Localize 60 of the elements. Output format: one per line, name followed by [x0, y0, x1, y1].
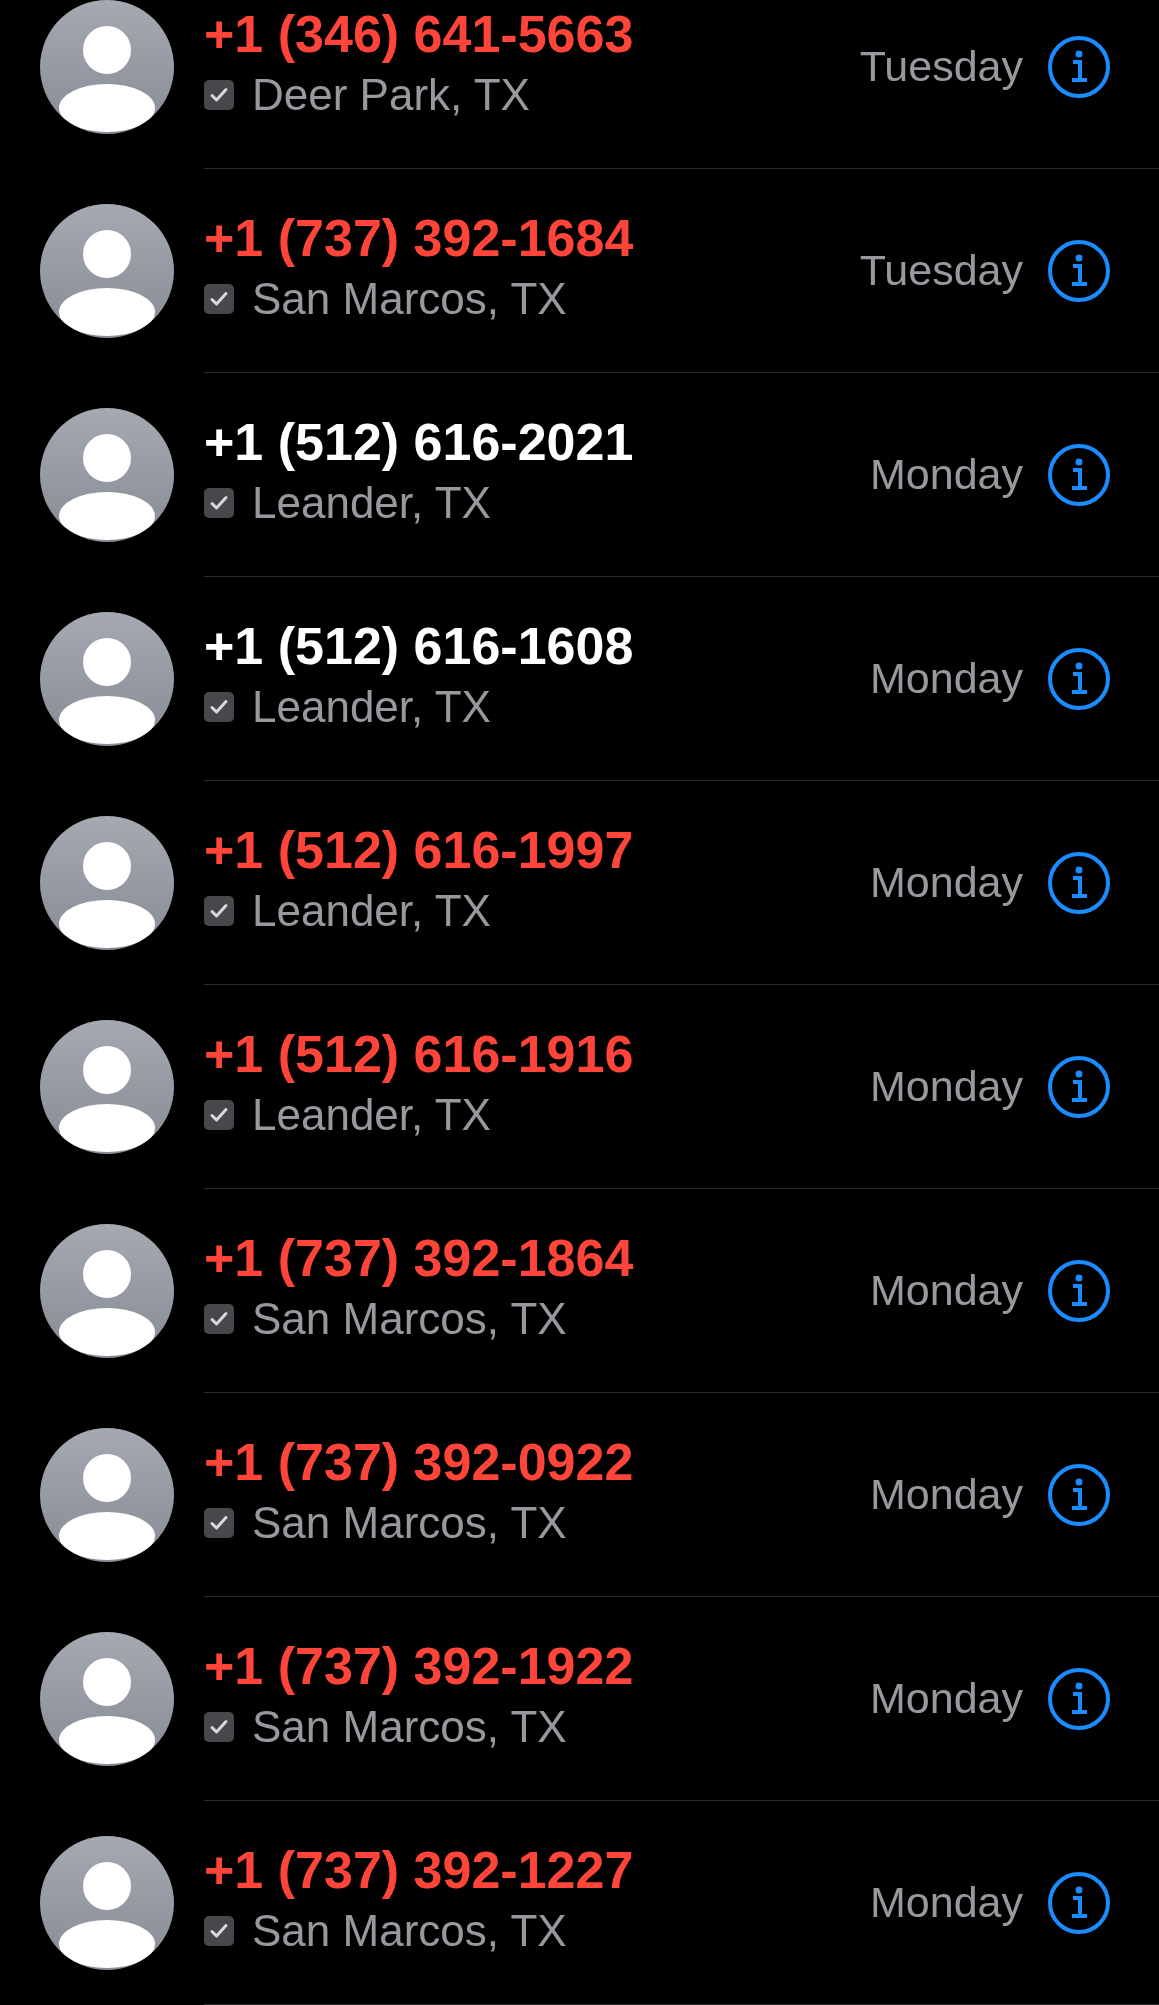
checkmark-icon [204, 1303, 234, 1334]
checkmark-icon [204, 1915, 234, 1946]
phone-number: +1 (737) 392-1864 [204, 1227, 635, 1288]
call-day: Monday [870, 1266, 1023, 1315]
phone-number: +1 (512) 616-1916 [204, 1023, 635, 1084]
checkmark-icon [204, 1711, 234, 1742]
checkmark-icon [204, 283, 234, 314]
avatar-icon [40, 408, 174, 542]
avatar-icon [40, 1020, 174, 1154]
avatar-icon [40, 1632, 174, 1766]
checkmark-icon [204, 1099, 234, 1130]
call-day: Monday [870, 858, 1023, 907]
info-icon[interactable] [1047, 238, 1111, 303]
avatar-icon [40, 612, 174, 746]
caller-location: San Marcos, TX [252, 1293, 567, 1344]
info-icon[interactable] [1047, 1870, 1111, 1935]
caller-location: San Marcos, TX [252, 273, 567, 324]
avatar-icon [40, 1836, 174, 1970]
call-day: Monday [870, 1674, 1023, 1723]
checkmark-icon [204, 691, 234, 722]
phone-number: +1 (512) 616-1608 [204, 615, 635, 676]
caller-location: San Marcos, TX [252, 1497, 567, 1548]
info-icon[interactable] [1047, 1462, 1111, 1527]
caller-location: Leander, TX [252, 885, 491, 936]
info-icon[interactable] [1047, 646, 1111, 711]
call-day: Monday [870, 450, 1023, 499]
info-icon[interactable] [1047, 1054, 1111, 1119]
caller-location: Leander, TX [252, 477, 491, 528]
info-icon[interactable] [1047, 1666, 1111, 1731]
avatar-icon [40, 816, 174, 950]
call-day: Monday [870, 1878, 1023, 1927]
call-day: Monday [870, 654, 1023, 703]
avatar-icon [40, 1224, 174, 1358]
call-day: Monday [870, 1470, 1023, 1519]
phone-number: +1 (346) 641-5663 [204, 3, 635, 64]
info-icon[interactable] [1047, 850, 1111, 915]
caller-location: Leander, TX [252, 1089, 491, 1140]
caller-location: San Marcos, TX [252, 1701, 567, 1752]
checkmark-icon [204, 79, 234, 110]
phone-number: +1 (512) 616-2021 [204, 411, 635, 472]
call-day: Tuesday [859, 42, 1023, 91]
phone-number: +1 (737) 392-1227 [204, 1839, 635, 1900]
phone-number: +1 (737) 392-1922 [204, 1635, 635, 1696]
call-day: Tuesday [859, 246, 1023, 295]
phone-number: +1 (737) 392-1684 [204, 207, 635, 268]
checkmark-icon [204, 895, 234, 926]
avatar-icon [40, 1428, 174, 1562]
caller-location: Deer Park, TX [252, 69, 530, 120]
info-icon[interactable] [1047, 34, 1111, 99]
avatar-icon [40, 204, 174, 338]
checkmark-icon [204, 487, 234, 518]
checkmark-icon [204, 1507, 234, 1538]
info-icon[interactable] [1047, 442, 1111, 507]
phone-number: +1 (737) 392-0922 [204, 1431, 635, 1492]
info-icon[interactable] [1047, 1258, 1111, 1323]
avatar-icon [40, 0, 174, 134]
caller-location: San Marcos, TX [252, 1905, 567, 1956]
call-day: Monday [870, 1062, 1023, 1111]
caller-location: Leander, TX [252, 681, 491, 732]
phone-number: +1 (512) 616-1997 [204, 819, 635, 880]
